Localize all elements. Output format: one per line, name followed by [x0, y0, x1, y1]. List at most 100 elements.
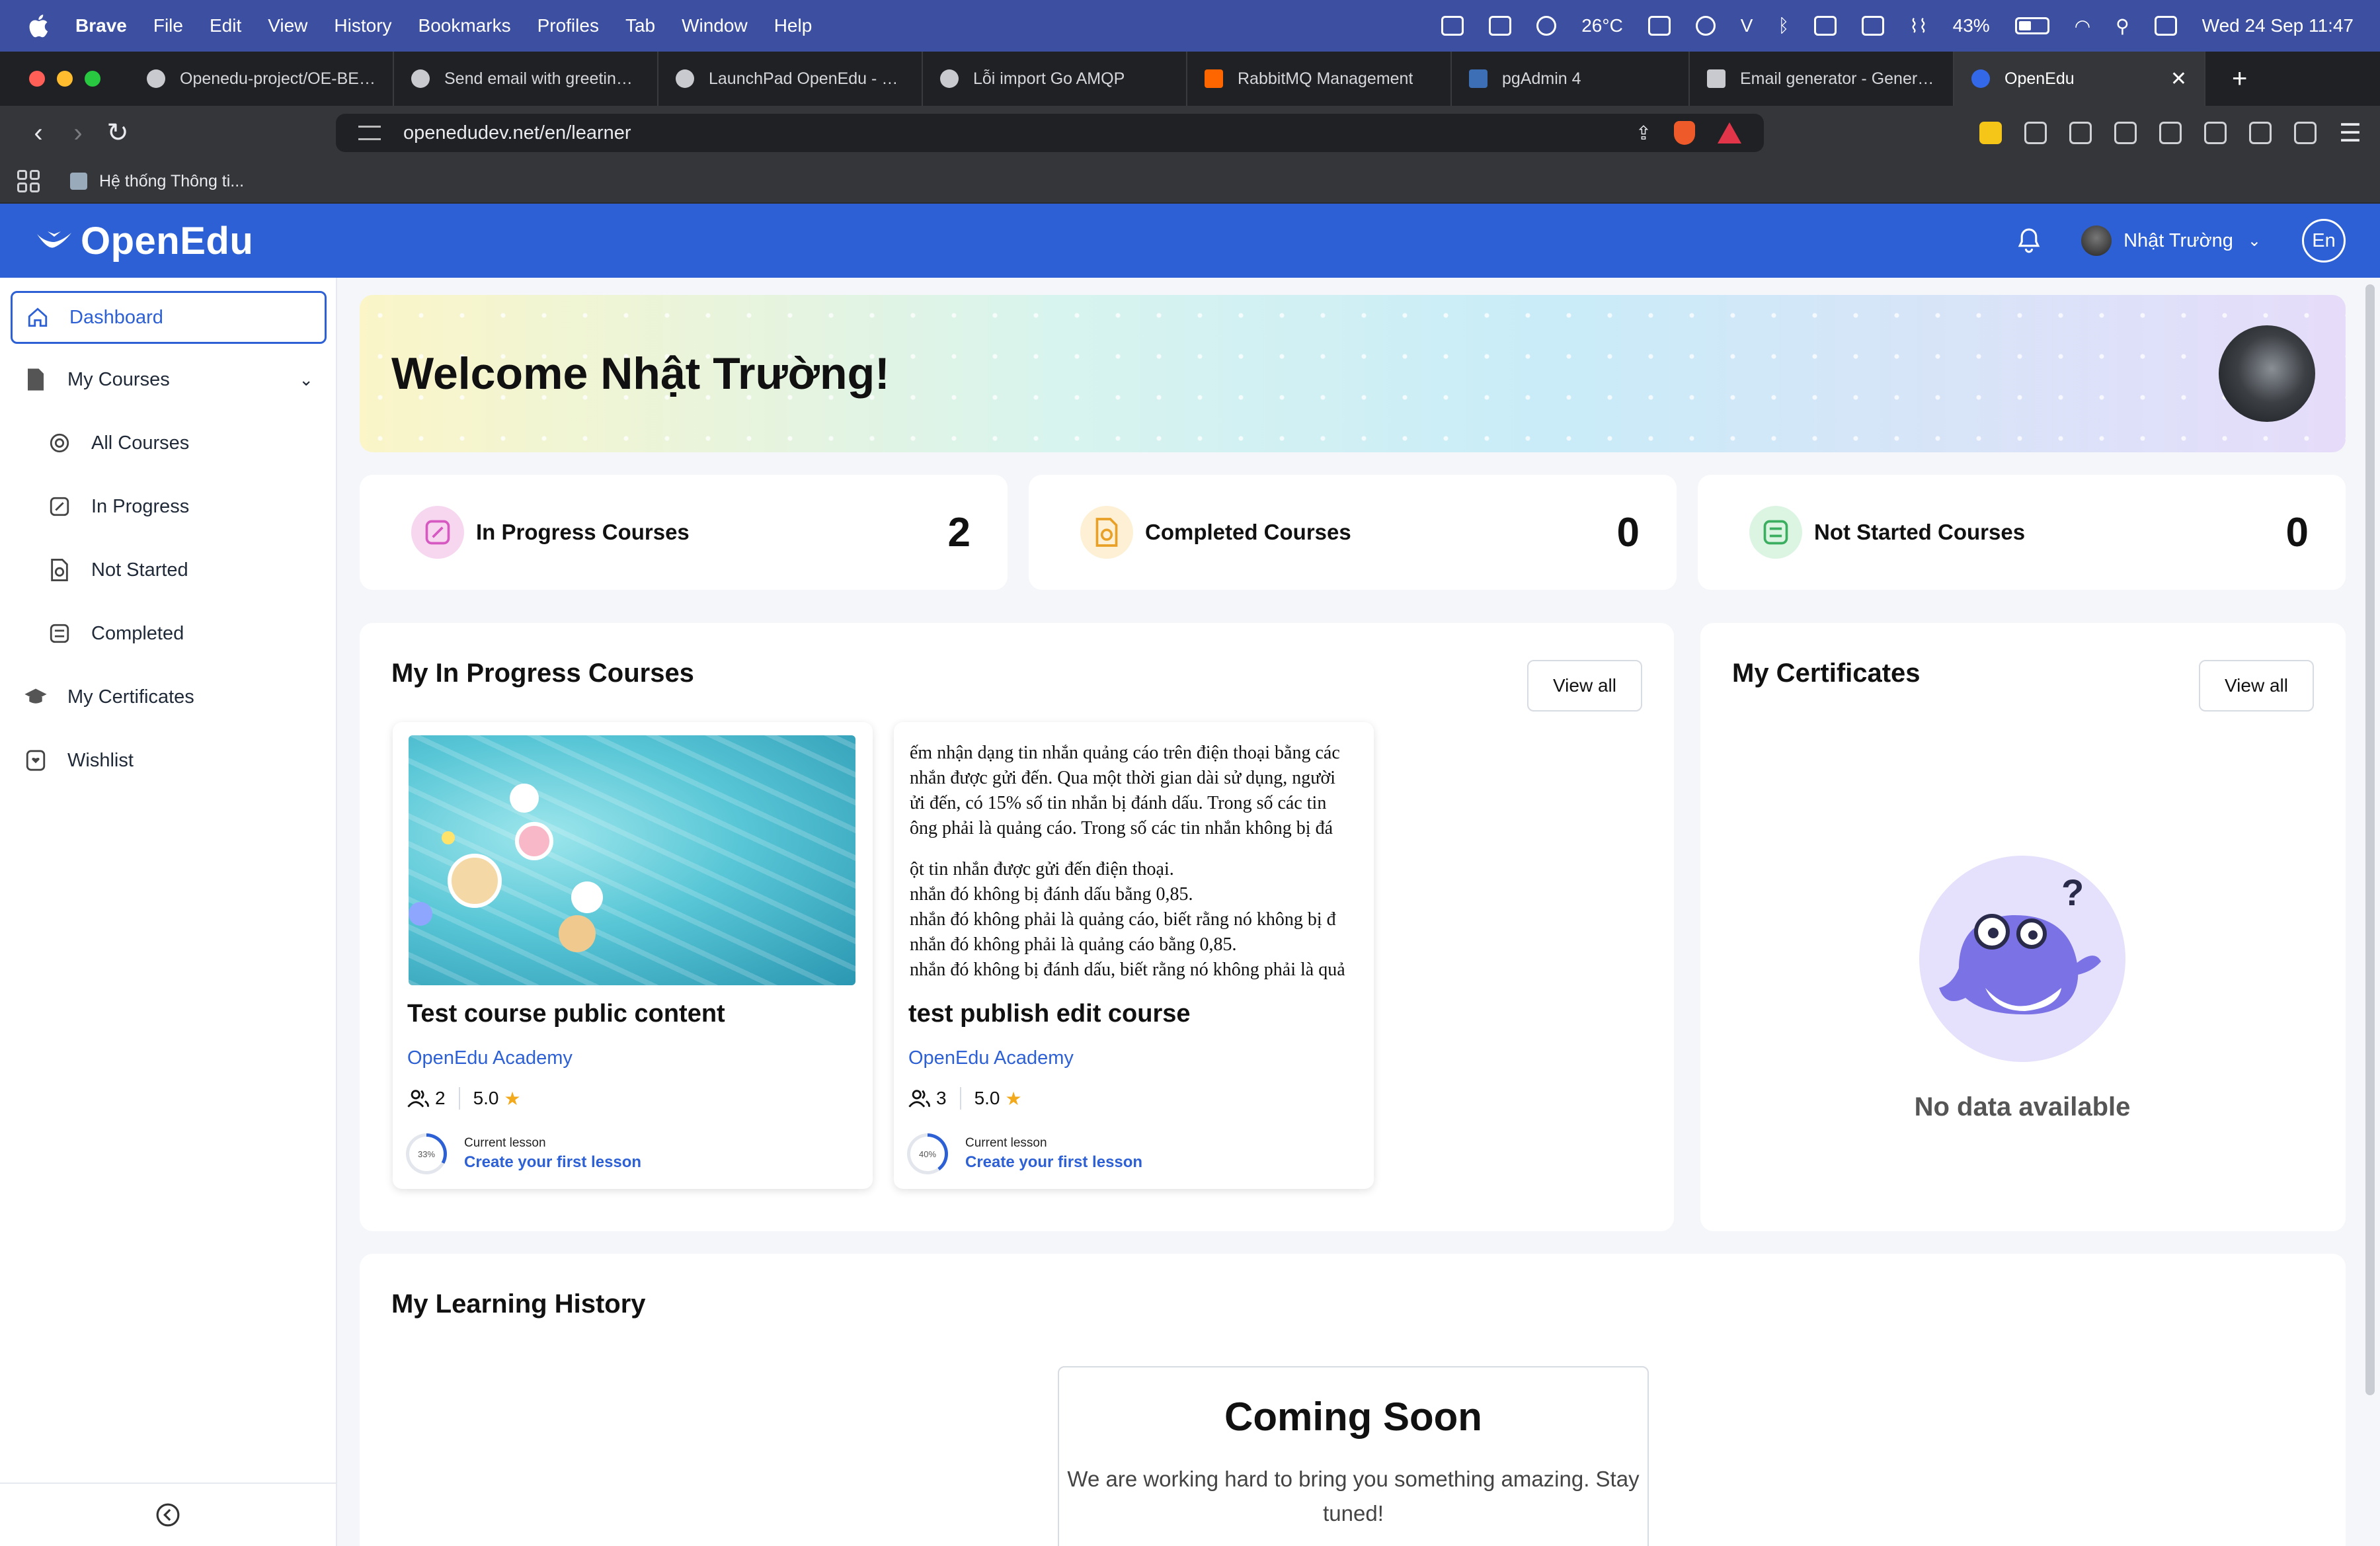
sidebar-item-completed[interactable]: Completed: [34, 607, 325, 660]
minimize-window-button[interactable]: [57, 71, 73, 87]
user-avatar: [2081, 225, 2112, 256]
menu-window[interactable]: Window: [682, 15, 748, 36]
close-window-button[interactable]: [29, 71, 45, 87]
course-card[interactable]: ếm nhận dạng tin nhắn quảng cáo trên điệ…: [894, 722, 1374, 1189]
brave-rewards-icon[interactable]: [1718, 122, 1741, 143]
current-lesson-link[interactable]: Create your first lesson: [965, 1153, 1142, 1172]
menu-help[interactable]: Help: [774, 15, 813, 36]
bluetooth-icon[interactable]: ᛒ: [1778, 15, 1789, 36]
sidebar-item-label: My Courses: [67, 368, 170, 390]
stat-card-in-progress[interactable]: In Progress Courses 2: [360, 475, 1008, 590]
thumbnail-text-line: nhắn được gửi đến. Qua một thời gian dài…: [910, 768, 1336, 788]
chevron-down-icon[interactable]: ⌄: [299, 370, 313, 390]
course-organization[interactable]: OpenEdu Academy: [908, 1047, 1074, 1069]
display-icon[interactable]: [1489, 16, 1512, 36]
new-tab-icon[interactable]: +: [2232, 64, 2247, 94]
sidebar-item-in-progress[interactable]: In Progress: [34, 480, 325, 533]
menu-bookmarks[interactable]: Bookmarks: [418, 15, 511, 36]
course-title[interactable]: Test course public content: [407, 1000, 725, 1028]
sidebar-collapse-button[interactable]: [0, 1483, 336, 1546]
control-center-grid-icon[interactable]: [1441, 16, 1464, 36]
course-organization[interactable]: OpenEdu Academy: [407, 1047, 573, 1069]
v-app-icon[interactable]: V: [1741, 15, 1753, 36]
downloads-icon[interactable]: [2114, 122, 2137, 144]
thumbnail-text-line: [910, 841, 1357, 857]
sidebar-item-all-courses[interactable]: All Courses: [34, 417, 325, 469]
extension-yellow-icon[interactable]: [1979, 122, 2002, 144]
site-settings-icon[interactable]: [358, 126, 381, 140]
sidebar-item-my-courses[interactable]: My Courses ⌄: [11, 353, 327, 406]
airpods-icon[interactable]: ⌇⌇: [1909, 15, 1927, 37]
leo-ai-icon[interactable]: [2248, 122, 2272, 144]
reload-icon[interactable]: ↻: [98, 118, 138, 148]
bookmark-item[interactable]: Hệ thống Thông ti...: [99, 172, 244, 191]
tab-label: pgAdmin 4: [1502, 69, 1581, 88]
current-lesson-label: Current lesson: [464, 1136, 546, 1150]
sidebar-item-wishlist[interactable]: Wishlist: [11, 734, 327, 787]
battery-icon[interactable]: [2014, 17, 2049, 34]
stat-card-not-started[interactable]: Not Started Courses 0: [1698, 475, 2346, 590]
browser-tab[interactable]: RabbitMQ Management: [1187, 52, 1452, 106]
page-scrollbar[interactable]: [2365, 284, 2375, 1395]
shield-status-icon[interactable]: [1814, 16, 1837, 36]
extensions-puzzle-icon[interactable]: [2024, 122, 2047, 144]
sidebar-item-not-started[interactable]: Not Started: [34, 544, 325, 596]
sidebar-item-dashboard[interactable]: Dashboard: [11, 291, 327, 344]
close-tab-icon[interactable]: ✕: [2170, 67, 2187, 91]
control-center-icon[interactable]: [2154, 16, 2177, 36]
back-arrow-icon[interactable]: ‹: [19, 118, 58, 148]
email-generator-icon: [1707, 69, 1726, 88]
menu-app-name[interactable]: Brave: [75, 15, 127, 36]
language-switcher[interactable]: En: [2302, 219, 2346, 263]
browser-tab[interactable]: LaunchPad OpenEdu - Dịch: [658, 52, 923, 106]
browser-tab[interactable]: pgAdmin 4: [1452, 52, 1690, 106]
browser-tab[interactable]: Lỗi import Go AMQP: [923, 52, 1187, 106]
apps-grid-icon[interactable]: [17, 170, 40, 192]
vpn-shield-icon[interactable]: [2293, 122, 2317, 144]
wallet-icon[interactable]: [2203, 122, 2227, 144]
menu-tab[interactable]: Tab: [625, 15, 655, 36]
hamburger-menu-icon[interactable]: ☰: [2339, 118, 2361, 148]
url-text[interactable]: openedudev.net/en/learner: [403, 122, 631, 144]
coming-soon-title: Coming Soon: [1224, 1395, 1482, 1439]
menu-view[interactable]: View: [268, 15, 307, 36]
address-bar[interactable]: openedudev.net/en/learner ⇪: [336, 114, 1764, 152]
github-icon: [411, 69, 430, 88]
maximize-window-button[interactable]: [85, 71, 100, 87]
brave-shields-icon[interactable]: [1674, 121, 1695, 145]
wifi-icon[interactable]: ◠: [2075, 15, 2090, 37]
view-all-button[interactable]: View all: [2199, 660, 2314, 712]
menu-profiles[interactable]: Profiles: [537, 15, 599, 36]
keyboard-input-icon[interactable]: [1862, 16, 1885, 36]
share-icon[interactable]: ⇪: [1636, 122, 1651, 145]
view-all-button[interactable]: View all: [1527, 660, 1642, 712]
openedu-logo[interactable]: OpenEdu: [34, 219, 253, 263]
browser-tab-active[interactable]: OpenEdu ✕: [1954, 52, 2205, 106]
menu-file[interactable]: File: [153, 15, 183, 36]
browser-tab[interactable]: Send email with greeting w: [394, 52, 658, 106]
sidebar-item-certificates[interactable]: My Certificates: [11, 671, 327, 723]
course-title[interactable]: test publish edit course: [908, 1000, 1191, 1028]
spotlight-search-icon[interactable]: ⚲: [2116, 15, 2129, 37]
welcome-banner: Welcome Nhật Trường!: [360, 295, 2346, 452]
stat-card-completed[interactable]: Completed Courses 0: [1029, 475, 1677, 590]
sidebar-toggle-icon[interactable]: [2159, 122, 2182, 144]
menu-history[interactable]: History: [334, 15, 391, 36]
docker-icon[interactable]: [1536, 16, 1557, 36]
clock-datetime[interactable]: Wed 24 Sep 11:47: [2202, 15, 2354, 36]
split-view-icon[interactable]: [1647, 16, 1671, 36]
stat-label: Not Started Courses: [1814, 520, 2026, 544]
extension-box-icon[interactable]: [2069, 122, 2092, 144]
user-menu[interactable]: Nhật Trường ⌄: [2081, 225, 2261, 256]
course-card[interactable]: Test course public content OpenEdu Acade…: [393, 722, 873, 1189]
weather-temp[interactable]: 26°C: [1581, 15, 1623, 36]
thumbnail-text-line: ếm nhận dạng tin nhắn quảng cáo trên điệ…: [910, 743, 1340, 763]
forward-arrow-icon[interactable]: ›: [58, 118, 98, 148]
current-lesson-link[interactable]: Create your first lesson: [464, 1153, 641, 1172]
browser-tab[interactable]: Email generator - Generate: [1690, 52, 1954, 106]
screen-record-icon[interactable]: [1695, 16, 1716, 36]
browser-tab[interactable]: Openedu-project/OE-BE at: [130, 52, 394, 106]
notification-bell-icon[interactable]: [2016, 227, 2042, 254]
menu-edit[interactable]: Edit: [210, 15, 241, 36]
apple-icon[interactable]: [26, 13, 49, 39]
